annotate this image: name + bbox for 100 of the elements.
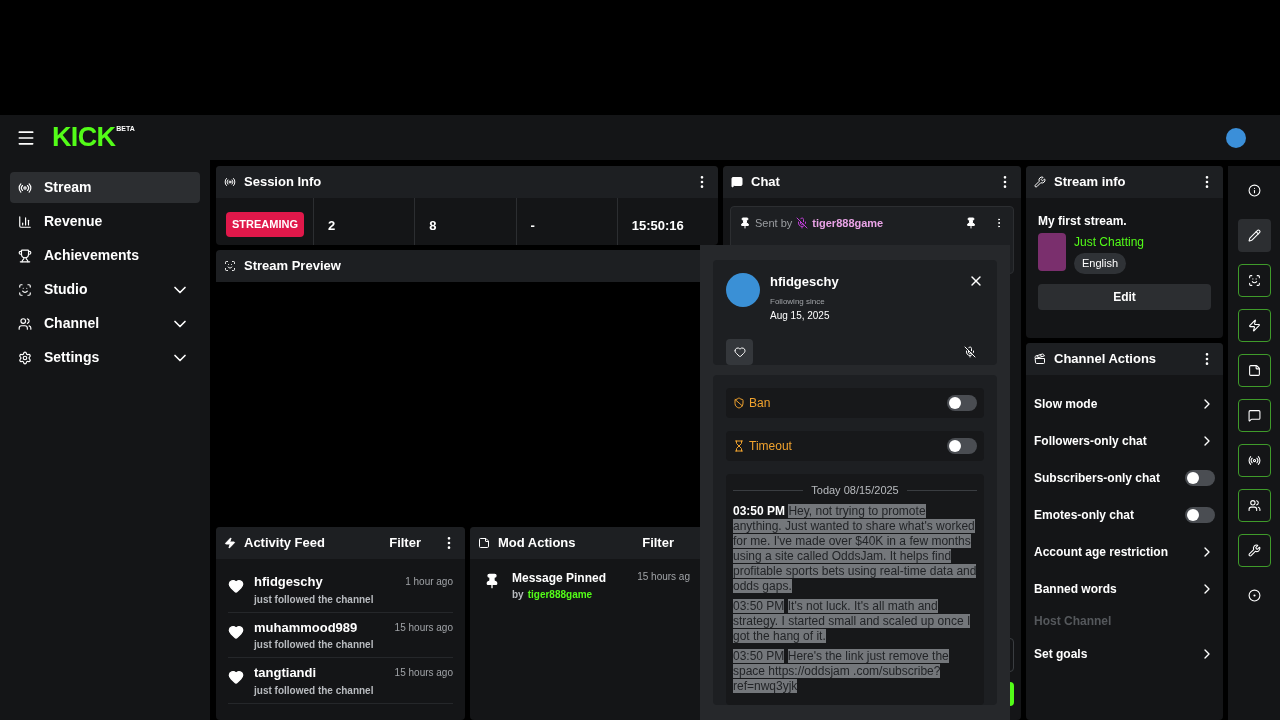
stream-title: My first stream.	[1038, 213, 1128, 230]
heart-icon	[228, 669, 244, 685]
language-tag: English	[1074, 253, 1127, 274]
filter-button[interactable]: Filter	[642, 533, 674, 553]
rail-button[interactable]	[1237, 309, 1271, 342]
action-label: Host Channel	[1034, 613, 1112, 630]
sidebar-item[interactable]: Settings	[10, 342, 200, 373]
toggle-switch[interactable]	[947, 395, 977, 411]
event-description: just followed the channel	[254, 683, 375, 698]
event-time: 15 hours ago	[394, 620, 453, 635]
toggle-switch[interactable]	[947, 438, 977, 454]
action-row[interactable]: Banned words	[1034, 570, 1215, 607]
panel-title: Activity Feed	[244, 534, 325, 553]
chat-icon	[731, 176, 743, 188]
panel-title: Channel Actions	[1054, 350, 1157, 369]
stat-value: -	[530, 218, 535, 233]
info-icon	[1247, 184, 1261, 197]
trophy-icon	[18, 248, 32, 263]
event-description: just followed the channel	[254, 638, 375, 652]
logo[interactable]: KICK	[52, 124, 116, 151]
badge-icon	[796, 217, 809, 230]
users-icon	[18, 316, 32, 331]
wrench-icon	[1247, 544, 1261, 557]
category-link[interactable]: Just Chatting	[1074, 233, 1145, 251]
hourglass-icon	[733, 440, 745, 452]
action-row[interactable]: Followers-only chat	[1034, 422, 1215, 459]
shield-icon	[733, 397, 745, 409]
avatar[interactable]	[1226, 127, 1246, 148]
note-icon	[478, 537, 490, 549]
action-row[interactable]: Slow mode	[1034, 385, 1215, 422]
follow-button[interactable]	[726, 338, 753, 365]
panel-title: Stream info	[1054, 173, 1126, 192]
lightning-icon	[1247, 319, 1261, 332]
following-label: Following since	[770, 295, 826, 308]
panel-title: Session Info	[244, 173, 322, 192]
toggle-switch[interactable]	[1185, 469, 1215, 486]
sidebar-item[interactable]: Revenue	[10, 206, 200, 237]
chat-message: 03:50 PM It's not luck. It's all math and strategy. I started small and scaled up once I got the hang of it.	[733, 598, 972, 644]
by-label: by	[512, 588, 524, 602]
chat-message: 03:50 PM Hey, not trying to promote anything. Just wanted to share what's worked for me. I've made over $40K in a few months using a site called OddsJam. It helps find profitable sports bets using real-time data and odds gaps.	[733, 503, 977, 594]
event-time: 15 hours ag	[637, 570, 690, 584]
users-icon	[1247, 499, 1261, 512]
toggle-switch[interactable]	[1185, 506, 1215, 523]
panel-title: Chat	[751, 173, 780, 192]
username[interactable]: tiger888game	[527, 587, 593, 602]
sidebar-item[interactable]: Stream	[10, 172, 200, 203]
rail-button[interactable]	[1237, 219, 1271, 252]
chat-icon	[1247, 409, 1261, 422]
panel-title: Stream Preview	[244, 257, 341, 276]
category-thumbnail	[1038, 233, 1066, 271]
username: hfidgeschy	[770, 273, 840, 291]
settings-icon	[18, 350, 32, 365]
heart-icon	[228, 578, 244, 594]
event-time: 15 hours ago	[394, 666, 453, 681]
note-icon	[1247, 364, 1261, 377]
filter-button[interactable]: Filter	[389, 533, 421, 553]
event-title: Message Pinned	[512, 570, 608, 587]
panel-title: Mod Actions	[498, 534, 576, 553]
wrench-icon	[1034, 176, 1046, 188]
action-row[interactable]: Account age restriction	[1034, 533, 1215, 570]
action-row[interactable]: Set goals	[1034, 635, 1215, 672]
pin-icon[interactable]	[965, 217, 977, 230]
rail-button[interactable]	[1237, 489, 1271, 522]
rail-button[interactable]	[1237, 534, 1271, 567]
sidebar-item[interactable]: Achievements	[10, 240, 200, 271]
rail-button[interactable]	[1237, 444, 1271, 477]
mute-icon[interactable]	[964, 345, 976, 358]
event-description: just followed the channel	[254, 592, 375, 607]
sidebar-item[interactable]: Channel	[10, 308, 200, 339]
heart-icon	[733, 345, 746, 358]
username[interactable]: tangtiandi	[254, 663, 395, 683]
sidebar-item[interactable]: Studio	[10, 274, 200, 305]
edit-button[interactable]: Edit	[1038, 283, 1211, 310]
following-date: Aug 15, 2025	[770, 308, 831, 323]
broadcast-icon	[224, 176, 236, 188]
pin-icon	[484, 573, 500, 589]
rail-button[interactable]	[1237, 354, 1271, 387]
stat-value: 2	[328, 218, 336, 233]
username[interactable]: muhammood989	[254, 617, 395, 637]
event-time: 1 hour ago	[405, 575, 453, 590]
broadcast-icon	[18, 180, 32, 195]
date-divider: Today 08/15/2025	[811, 483, 899, 498]
sent-by-label: Sent by	[755, 216, 793, 231]
username[interactable]: tiger888game	[812, 215, 961, 232]
pencil-icon	[1247, 229, 1261, 242]
rail-button[interactable]	[1237, 399, 1271, 432]
heart-icon	[228, 623, 244, 640]
action-label: Subscribers-only chat	[1034, 469, 1162, 487]
chat-message: 03:50 PM Here's the link just remove the space https://oddsjam .com/subscribe?ref=nwq3yjk	[733, 648, 950, 694]
lightning-icon	[224, 537, 236, 549]
moderation-label: Ban	[749, 395, 772, 412]
stat-value: 15:50:16	[631, 218, 684, 233]
username[interactable]: hfidgeschy	[254, 572, 406, 592]
user-avatar	[726, 273, 760, 307]
status-badge: STREAMING	[226, 212, 304, 237]
bar-chart-icon	[18, 214, 32, 229]
stat-value: 8	[429, 218, 437, 233]
pin-icon	[739, 217, 751, 230]
broadcast-icon	[1247, 454, 1261, 467]
moderation-label: Timeout	[749, 438, 793, 455]
